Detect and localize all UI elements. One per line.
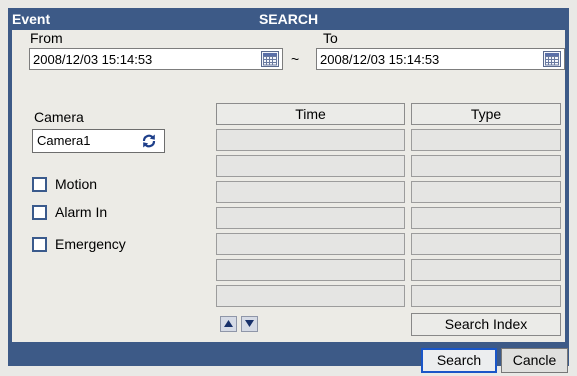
camera-label: Camera xyxy=(34,109,84,125)
arrow-down-icon xyxy=(245,320,254,327)
table-row-type-cell[interactable] xyxy=(411,207,561,229)
camera-select[interactable]: Camera1 xyxy=(32,129,165,153)
emergency-checkbox[interactable] xyxy=(32,237,47,252)
table-row-time-cell[interactable] xyxy=(216,155,405,177)
to-date-field[interactable]: 2008/12/03 15:14:53 xyxy=(316,48,565,70)
table-row-time-cell[interactable] xyxy=(216,285,405,307)
alarm-in-checkbox[interactable] xyxy=(32,205,47,220)
table-row-time-cell[interactable] xyxy=(216,207,405,229)
to-label: To xyxy=(323,30,338,46)
from-date-field[interactable]: 2008/12/03 15:14:53 xyxy=(29,48,283,70)
table-row-time-cell[interactable] xyxy=(216,259,405,281)
table-row-time-cell[interactable] xyxy=(216,181,405,203)
alarm-in-label: Alarm In xyxy=(55,204,108,220)
search-button[interactable]: Search xyxy=(421,348,497,373)
camera-value: Camera1 xyxy=(37,133,91,148)
calendar-icon[interactable] xyxy=(543,51,561,67)
arrow-up-icon xyxy=(224,320,233,327)
title-bar: Event SEARCH xyxy=(8,8,569,30)
to-date-value: 2008/12/03 15:14:53 xyxy=(320,52,440,67)
cancel-button[interactable]: Cancle xyxy=(501,348,568,373)
calendar-icon[interactable] xyxy=(261,51,279,67)
range-separator: ~ xyxy=(291,51,300,67)
page-up-button[interactable] xyxy=(220,316,237,332)
emergency-label: Emergency xyxy=(55,236,126,252)
dialog-title: SEARCH xyxy=(258,11,319,27)
table-row-type-cell[interactable] xyxy=(411,285,561,307)
table-row-time-cell[interactable] xyxy=(216,129,405,151)
dialog-body: From 2008/12/03 15:14:53 ~ To 2008/12/03… xyxy=(12,30,565,342)
cycle-icon[interactable] xyxy=(140,132,158,155)
table-row-type-cell[interactable] xyxy=(411,259,561,281)
table-row-type-cell[interactable] xyxy=(411,155,561,177)
search-dialog: Event SEARCH From 2008/12/03 15:14:53 ~ … xyxy=(8,8,569,373)
table-row-time-cell[interactable] xyxy=(216,233,405,255)
search-index-button[interactable]: Search Index xyxy=(411,313,561,336)
table-row-type-cell[interactable] xyxy=(411,233,561,255)
from-date-value: 2008/12/03 15:14:53 xyxy=(33,52,153,67)
table-row-type-cell[interactable] xyxy=(411,129,561,151)
time-column-header: Time xyxy=(216,103,405,125)
type-column-header: Type xyxy=(411,103,561,125)
page-down-button[interactable] xyxy=(241,316,258,332)
motion-checkbox[interactable] xyxy=(32,177,47,192)
table-row-type-cell[interactable] xyxy=(411,181,561,203)
motion-label: Motion xyxy=(55,176,98,192)
from-label: From xyxy=(30,30,63,46)
